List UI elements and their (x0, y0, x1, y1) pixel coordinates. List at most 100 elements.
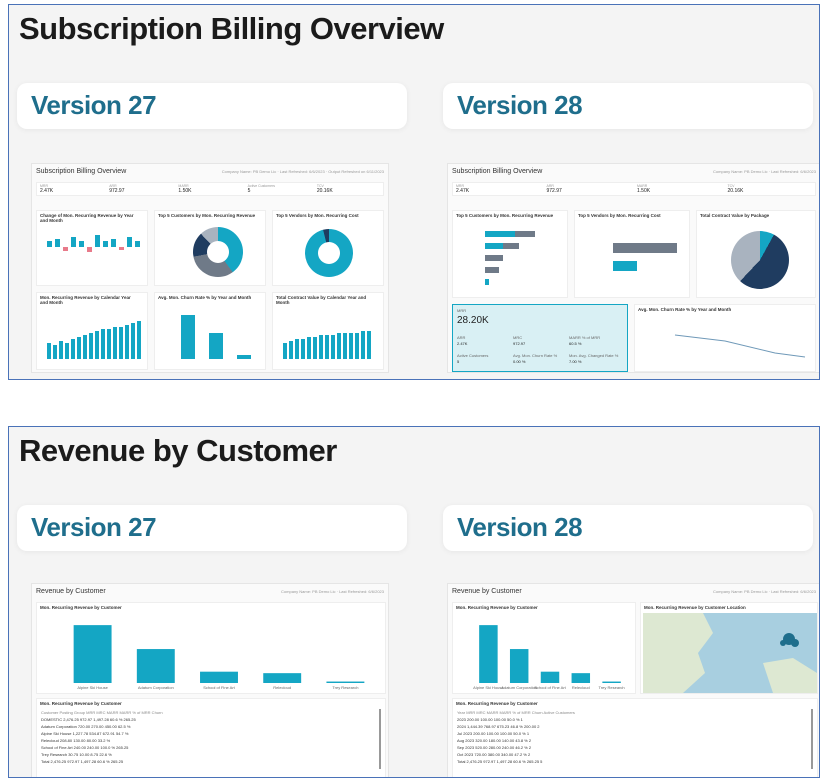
table-row[interactable]: Oct 2023 720.00 380.00 340.00 47.2 % 2 (457, 751, 575, 758)
report-thumbnail-v27: Subscription Billing Overview Company Na… (31, 163, 389, 373)
table-row[interactable]: Jul 2023 200.00 100.00 100.00 50.0 % 1 (457, 730, 575, 737)
version-label: Version 27 (31, 90, 157, 120)
bar (200, 671, 238, 683)
section-title: Revenue by Customer (19, 433, 337, 468)
bar (237, 355, 251, 359)
bar (71, 339, 75, 359)
table-row[interactable]: Relecloud 208.80 130.00 80.00 33.2 % (41, 737, 163, 744)
chart-tile: Mon. Recurring Revenue by Customer Alpin… (36, 602, 386, 694)
chart-tile: Avg. Mon. Churn Rate % by Year and Month (154, 292, 266, 370)
bar (131, 323, 135, 359)
section-subscription-billing: Subscription Billing Overview Version 27… (8, 4, 820, 380)
kpi-row: MRR 2.47K ARR 972.97 MARR 1.50K TCV 20.16K (452, 182, 816, 196)
chart-tile: Top 5 Customers by Mon. Recurring Revenu… (452, 210, 568, 298)
bar (209, 333, 223, 359)
donut-chart (305, 229, 353, 277)
bar (111, 239, 116, 247)
bar (485, 255, 503, 261)
kpi-card: MRR 2.47K (456, 184, 470, 194)
bar (613, 243, 677, 253)
category-label: Alpine Ski House (77, 685, 108, 690)
bar (95, 331, 99, 359)
category-label: Relecloud (273, 685, 291, 690)
bar (83, 335, 87, 359)
table-row[interactable]: Alpine Ski House 1,227.78 534.87 672.91 … (41, 730, 163, 737)
kpi-card: TCV 20.16K (727, 184, 744, 194)
bar (326, 681, 365, 683)
version-label: Version 28 (457, 512, 583, 542)
data-table: Year MRR MRC MARR MARR % of MRR Churn Ac… (457, 709, 575, 765)
table-row[interactable]: Total 2,476.25 972.97 1,497.28 60.6 % 26… (41, 758, 163, 765)
report-thumbnail-v28: Revenue by Customer Company Name: PB Dem… (447, 583, 819, 777)
bar (325, 335, 329, 359)
data-table: Customer Posting Group MRR MRC MARR MARR… (41, 709, 163, 765)
kpi-card: MRR 2.47K (40, 184, 54, 194)
chart-tile: Total Contract Value by Calendar Year an… (272, 292, 384, 370)
bar (283, 343, 287, 359)
table-row[interactable]: 2024 1,444.39 768.97 675.23 46.8 % 200.0… (457, 723, 575, 730)
bar (79, 241, 84, 247)
table-row[interactable]: Total 2,476.25 972.97 1,497.28 60.6 % 26… (457, 758, 575, 765)
bar (295, 339, 299, 359)
table-row[interactable]: Aug 2023 320.00 180.00 140.00 43.8 % 2 (457, 737, 575, 744)
chart-tile: Top 5 Vendors by Mon. Recurring Cost (272, 210, 384, 286)
bar (485, 279, 489, 285)
bar (349, 333, 353, 359)
table-tile: Mon. Recurring Revenue by Customer Custo… (36, 698, 386, 777)
bar (313, 337, 317, 359)
table-title: Mon. Recurring Revenue by Customer (456, 701, 538, 706)
scrollbar[interactable] (379, 709, 381, 769)
table-header: Customer Posting Group MRR MRC MARR MARR… (41, 710, 163, 715)
report-header: Revenue by Customer (36, 588, 106, 595)
bar (119, 247, 124, 250)
report-meta: Company Name: PB Demo Lic · Last Refresh… (713, 169, 816, 174)
section-title: Subscription Billing Overview (19, 11, 444, 46)
version-card-right: Version 28 (443, 83, 813, 129)
bar (509, 649, 529, 683)
scrollbar[interactable] (811, 709, 813, 769)
bar (47, 343, 51, 359)
bar (355, 333, 359, 359)
version-label: Version 28 (457, 90, 583, 120)
bar (361, 331, 365, 359)
kpi-card: MARR 1.50K (637, 184, 651, 194)
bar (113, 327, 117, 359)
bar (343, 333, 347, 359)
bar (63, 247, 68, 251)
report-header: Revenue by Customer (452, 588, 522, 595)
chart-tile: Avg. Mon. Churn Rate % by Year and Month (634, 304, 816, 372)
map-title: Mon. Recurring Revenue by Customer Locat… (644, 605, 746, 610)
chart-tile: Mon. Recurring Revenue by Calendar Year … (36, 292, 148, 370)
report-thumbnail-v28: Subscription Billing Overview Company Na… (447, 163, 819, 373)
bar (135, 241, 140, 247)
kpi-card: TCV 20.16K (316, 184, 333, 194)
table-row[interactable]: Trey Research 30.75 10.00 8.75 22.6 % (41, 751, 163, 758)
report-header: Subscription Billing Overview (36, 168, 127, 175)
table-row[interactable]: DOMESTIC 2,476.25 972.97 1,497.28 60.6 %… (41, 716, 163, 723)
bar (485, 267, 499, 273)
bar (301, 339, 305, 359)
bar (89, 333, 93, 359)
bar (77, 337, 81, 359)
chart-tile: Mon. Recurring Revenue by Customer Alpin… (452, 602, 636, 694)
category-label: Adatum Corporation (138, 685, 174, 690)
bar (485, 231, 515, 237)
version-card-left: Version 27 (17, 83, 407, 129)
section-revenue-by-customer: Revenue by Customer Version 27 Version 2… (8, 426, 820, 778)
chart-tile: Total Contract Value by Package (696, 210, 816, 298)
chart-tile: Top 5 Customers by Mon. Recurring Revenu… (154, 210, 266, 286)
bar (307, 337, 311, 359)
bar (103, 241, 108, 247)
bar (125, 325, 129, 359)
bar (101, 329, 105, 359)
report-meta: Company Name: PB Demo Lic · Last Refresh… (281, 589, 384, 594)
line-chart (674, 334, 806, 358)
bar (127, 237, 132, 247)
table-row[interactable]: Sep 2023 520.00 280.00 240.00 46.2 % 2 (457, 744, 575, 751)
table-row[interactable]: 2023 200.00 100.00 100.00 50.0 % 1 (457, 716, 575, 723)
bar (479, 625, 498, 683)
table-row[interactable]: School of Fine Art 240.00 240.00 100.0 %… (41, 744, 163, 751)
bar (263, 673, 302, 683)
table-row[interactable]: Adatum Corporation 720.00 270.00 450.00 … (41, 723, 163, 730)
chart-tile: Top 5 Vendors by Mon. Recurring Cost (574, 210, 690, 298)
